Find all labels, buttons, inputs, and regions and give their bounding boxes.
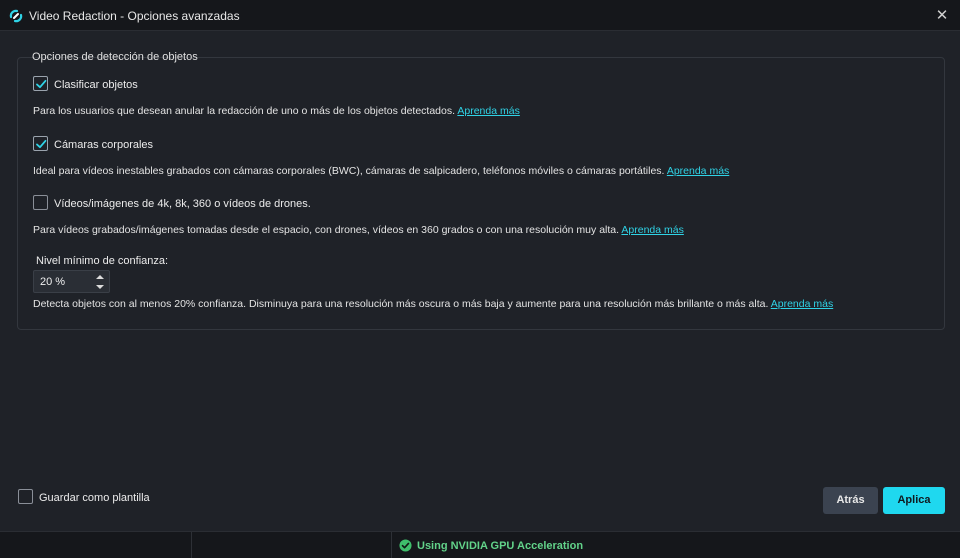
body-cams-label[interactable]: Cámaras corporales — [54, 139, 153, 151]
checkmark-icon — [36, 139, 47, 149]
save-template-checkbox[interactable] — [18, 489, 33, 504]
confidence-description: Detecta objetos con al menos 20% confian… — [33, 298, 834, 310]
hires-learn-more-link[interactable]: Aprenda más — [621, 224, 683, 236]
status-divider — [391, 532, 392, 558]
detection-options-group — [17, 57, 945, 330]
status-divider — [191, 532, 192, 558]
back-button[interactable]: Atrás — [823, 487, 878, 514]
check-circle-icon — [399, 539, 412, 552]
apply-button[interactable]: Aplica — [883, 487, 945, 514]
detection-options-legend: Opciones de detección de objetos — [32, 51, 198, 63]
app-logo-icon — [9, 9, 23, 23]
save-template-label[interactable]: Guardar como plantilla — [39, 492, 150, 504]
status-bar: Using NVIDIA GPU Acceleration — [0, 531, 960, 558]
confidence-learn-more-link[interactable]: Aprenda más — [771, 298, 833, 310]
classify-learn-more-link[interactable]: Aprenda más — [457, 105, 519, 117]
confidence-label: Nivel mínimo de confianza: — [36, 255, 169, 267]
confidence-value[interactable]: 20 % — [40, 276, 65, 288]
close-icon[interactable]: ✕ — [932, 6, 952, 26]
body-cams-learn-more-link[interactable]: Aprenda más — [667, 165, 729, 177]
hires-drone-description: Para vídeos grabados/imágenes tomadas de… — [33, 224, 684, 236]
confidence-stepper[interactable]: 20 % — [33, 270, 110, 293]
body-cams-checkbox[interactable] — [33, 136, 48, 151]
gpu-status-text: Using NVIDIA GPU Acceleration — [417, 540, 584, 552]
hires-drone-label[interactable]: Vídeos/imágenes de 4k, 8k, 360 o vídeos … — [54, 198, 311, 210]
body-cams-description: Ideal para vídeos inestables grabados co… — [33, 165, 730, 177]
hires-drone-checkbox[interactable] — [33, 195, 48, 210]
classify-objects-label[interactable]: Clasificar objetos — [54, 79, 138, 91]
decrement-arrow-icon[interactable] — [94, 282, 106, 292]
classify-objects-checkbox[interactable] — [33, 76, 48, 91]
increment-arrow-icon[interactable] — [94, 272, 106, 282]
classify-objects-description: Para los usuarios que desean anular la r… — [33, 105, 520, 117]
window-title: Video Redaction - Opciones avanzadas — [29, 9, 240, 23]
title-bar: Video Redaction - Opciones avanzadas ✕ — [0, 0, 960, 31]
checkmark-icon — [36, 79, 47, 89]
